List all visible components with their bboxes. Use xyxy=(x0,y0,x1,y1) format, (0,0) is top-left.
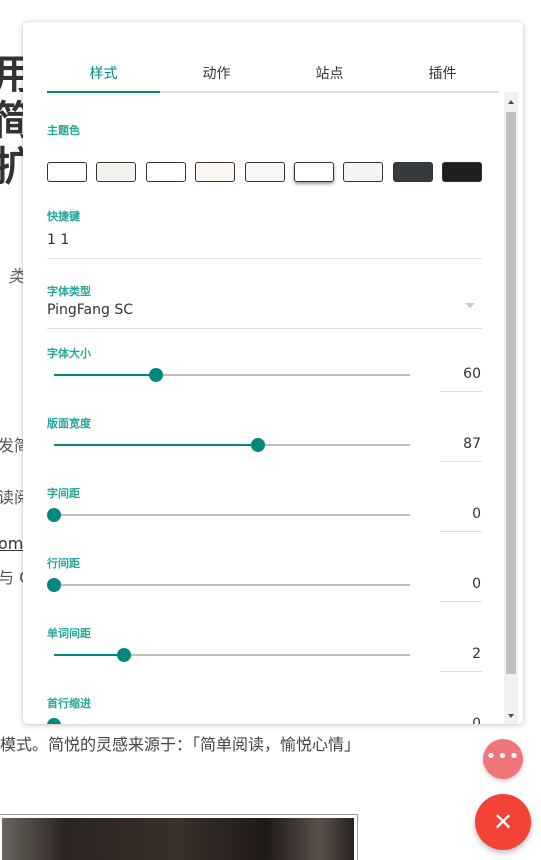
shortcut-underline xyxy=(47,258,482,259)
scroll-down-arrow-icon[interactable] xyxy=(508,714,514,718)
tab-actions[interactable]: 动作 xyxy=(160,62,273,91)
article-link[interactable]: om xyxy=(0,534,23,553)
word-spacing-input[interactable]: 2 xyxy=(440,639,482,669)
scroll-up-arrow-icon[interactable] xyxy=(508,100,514,104)
theme-label: 主题色 xyxy=(47,124,80,137)
font-family-select[interactable]: PingFang SC xyxy=(47,302,482,326)
active-tab-indicator xyxy=(47,91,160,93)
font-size-slider[interactable] xyxy=(54,368,410,382)
input-underline xyxy=(440,391,482,392)
theme-swatch[interactable] xyxy=(195,162,236,182)
tab-plugins[interactable]: 插件 xyxy=(386,62,499,91)
letter-spacing-slider[interactable] xyxy=(47,508,410,522)
text-indent-input[interactable]: 0 xyxy=(440,709,482,724)
settings-panel: 样式 动作 站点 插件 主题色 快捷键 1 1 字体类型 PingFang SC xyxy=(23,22,523,724)
input-underline xyxy=(440,601,482,602)
more-options-button[interactable]: ••• xyxy=(483,739,523,779)
slider-knob[interactable] xyxy=(47,718,61,724)
theme-swatch[interactable] xyxy=(293,162,334,182)
letter-spacing-label: 字间距 xyxy=(47,487,80,500)
theme-swatch[interactable] xyxy=(442,162,482,182)
theme-swatch[interactable] xyxy=(47,162,87,182)
slider-knob[interactable] xyxy=(149,368,164,382)
scrollbar-thumb[interactable] xyxy=(506,112,516,674)
font-size-input[interactable]: 60 xyxy=(440,359,482,389)
theme-swatch[interactable] xyxy=(392,162,433,182)
theme-swatch[interactable] xyxy=(96,162,137,182)
word-spacing-slider[interactable] xyxy=(54,648,410,662)
tab-style[interactable]: 样式 xyxy=(47,62,160,91)
slider-fill xyxy=(54,374,157,376)
article-quote-line: 模式。简悦的灵感来源于：「简单阅读，愉悦心情」 xyxy=(0,735,361,754)
slider-fill xyxy=(54,444,258,446)
more-icon: ••• xyxy=(485,746,521,767)
font-size-label: 字体大小 xyxy=(47,347,91,360)
font-family-underline xyxy=(47,328,482,329)
theme-swatch-row xyxy=(47,162,482,182)
word-spacing-label: 单词间距 xyxy=(47,627,91,640)
line-height-input[interactable]: 0 xyxy=(440,569,482,599)
layout-width-label: 版面宽度 xyxy=(47,417,91,430)
article-image xyxy=(0,814,358,860)
scrollbar[interactable] xyxy=(504,92,518,724)
theme-swatch[interactable] xyxy=(145,162,186,182)
font-family-label: 字体类型 xyxy=(47,285,91,298)
layout-width-input[interactable]: 87 xyxy=(440,429,482,459)
dropdown-arrow-icon xyxy=(465,303,475,308)
theme-swatch[interactable] xyxy=(343,162,384,182)
input-underline xyxy=(440,461,482,462)
theme-swatch[interactable] xyxy=(244,162,285,182)
shortcut-label: 快捷键 xyxy=(47,210,80,223)
layout-width-slider[interactable] xyxy=(54,438,410,452)
settings-scroll-area: 主题色 快捷键 1 1 字体类型 PingFang SC 字体大小 60 版面宽… xyxy=(47,112,499,724)
line-height-slider[interactable] xyxy=(47,578,410,592)
slider-knob[interactable] xyxy=(117,648,132,662)
slider-knob[interactable] xyxy=(47,508,61,522)
slider-knob[interactable] xyxy=(47,578,61,592)
line-height-label: 行间距 xyxy=(47,557,80,570)
letter-spacing-input[interactable]: 0 xyxy=(440,499,482,529)
input-underline xyxy=(440,531,482,532)
close-button[interactable]: ✕ xyxy=(475,794,531,850)
text-indent-label: 首行缩进 xyxy=(47,697,91,710)
slider-knob[interactable] xyxy=(250,438,265,452)
slider-fill xyxy=(54,654,125,656)
tab-sites[interactable]: 站点 xyxy=(273,62,386,91)
input-underline xyxy=(440,671,482,672)
tab-bar: 样式 动作 站点 插件 xyxy=(47,62,499,93)
shortcut-input[interactable]: 1 1 xyxy=(47,232,482,256)
close-icon: ✕ xyxy=(492,808,514,836)
